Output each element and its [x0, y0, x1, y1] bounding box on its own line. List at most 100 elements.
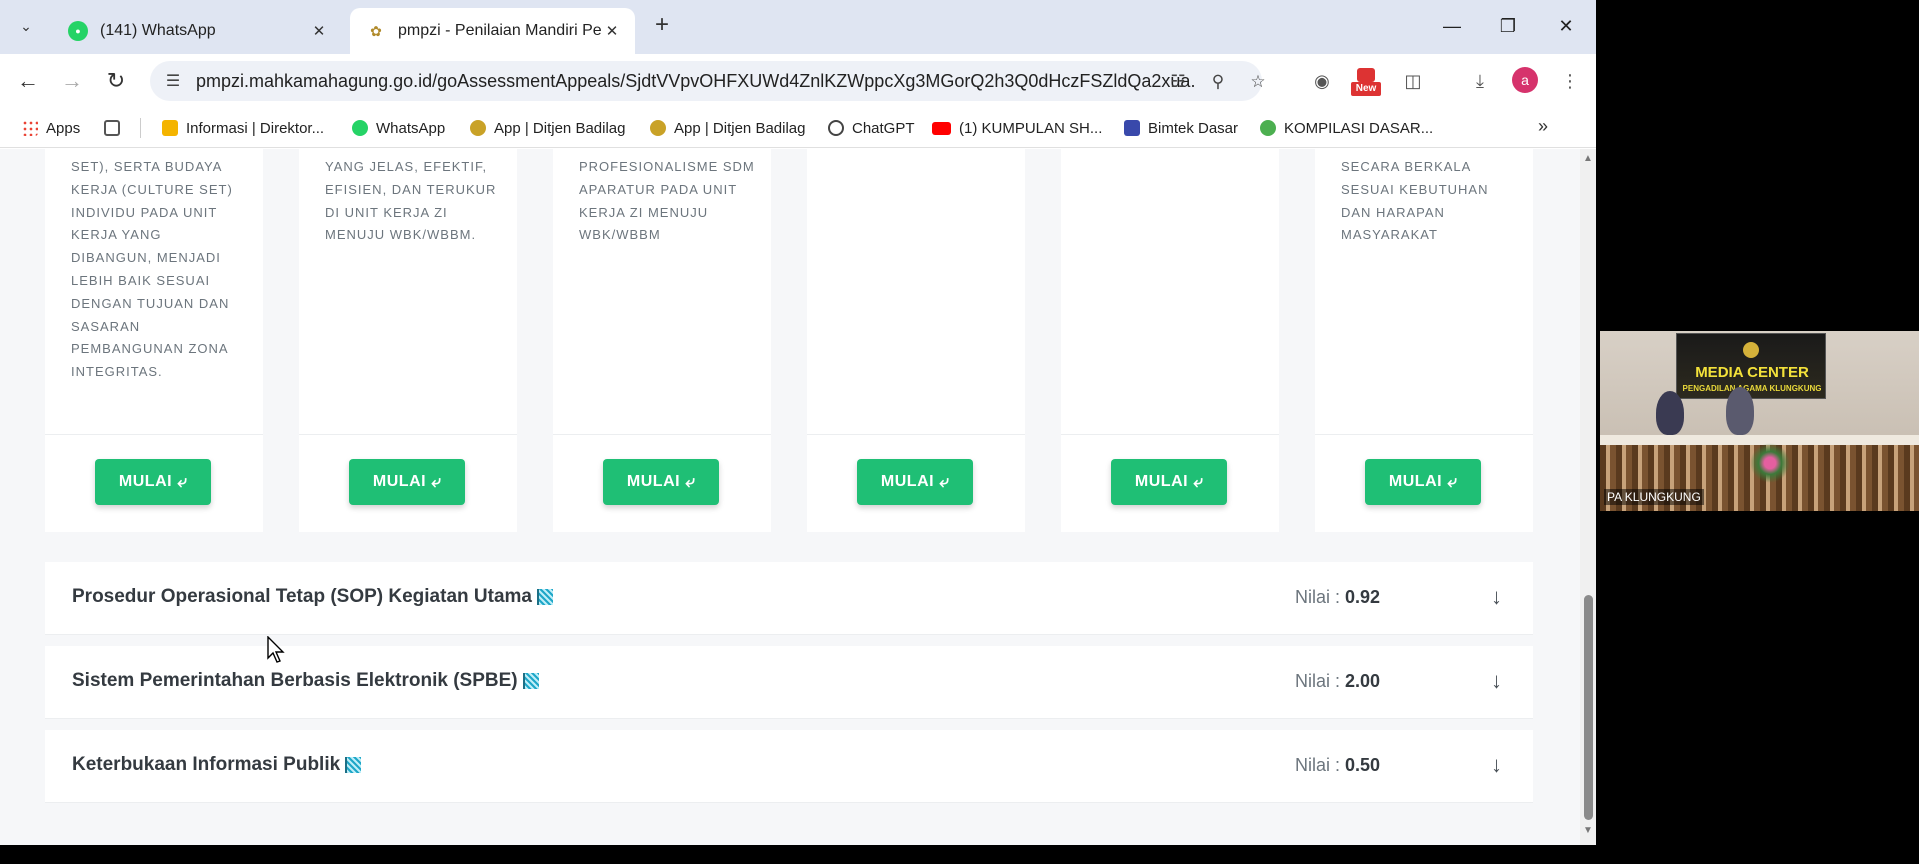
accordion-sop[interactable]: Prosedur Operasional Tetap (SOP) Kegiata… [45, 562, 1533, 635]
scroll-down-icon[interactable]: ▼ [1583, 825, 1593, 836]
bookmark-informasi[interactable]: Informasi | Direktor... [162, 116, 324, 140]
button-label: MULAI [1388, 473, 1443, 490]
bookmarks-overflow-icon[interactable]: » [1538, 116, 1548, 137]
apps-grid-icon [22, 120, 38, 136]
banner-title: MEDIA CENTER [1695, 364, 1809, 381]
close-icon[interactable]: ✕ [308, 22, 330, 40]
arrow-turn-down-icon: ⤶ [1447, 472, 1458, 491]
restore-button[interactable]: ❐ [1488, 10, 1528, 42]
bookmark-info-icon [162, 120, 178, 136]
mulai-button[interactable]: MULAI ⤶ [95, 459, 211, 505]
bookmark-label: Apps [46, 119, 81, 137]
bookmark-label: Informasi | Direktor... [186, 119, 325, 137]
participant-person [1726, 387, 1754, 435]
scroll-up-icon[interactable]: ▲ [1583, 153, 1593, 164]
mulai-button[interactable]: MULAI ⤶ [1111, 459, 1227, 505]
chevron-down-icon: ⌄ [20, 17, 32, 34]
button-label: MULAI [372, 473, 427, 490]
score-value: 0.92 [1345, 587, 1381, 607]
button-label: MULAI [626, 473, 681, 490]
address-bar[interactable]: ☰ pmpzi.mahkamahagung.go.id/goAssessment… [150, 61, 1266, 101]
translate-icon[interactable]: ☷ [1166, 71, 1190, 93]
zoom-icon[interactable]: ⚲ [1206, 71, 1230, 93]
card-divider [807, 434, 1025, 435]
extensions-puzzle-icon[interactable]: ◫ [1399, 69, 1427, 93]
card-divider [45, 434, 263, 435]
arrow-down-icon[interactable]: ↓ [1491, 752, 1502, 778]
assessment-card: PROFESIONALISME SDM APARATUR PADA UNIT K… [553, 149, 771, 532]
court-seal-icon [1743, 342, 1759, 358]
reload-button[interactable]: ↻ [100, 65, 132, 97]
mulai-button[interactable]: MULAI ⤶ [603, 459, 719, 505]
assessment-card: MULAI ⤶ [807, 149, 1025, 532]
accordion-keterbukaan[interactable]: Keterbukaan Informasi Publik Nilai : 0.5… [45, 730, 1533, 803]
section-title: Sistem Pemerintahan Berbasis Elektronik … [72, 670, 539, 692]
window-close-button[interactable]: ✕ [1546, 10, 1586, 42]
arrow-turn-down-icon: ⤶ [431, 472, 442, 491]
mulai-button[interactable]: MULAI ⤶ [1365, 459, 1481, 505]
close-icon[interactable]: ✕ [601, 22, 623, 40]
bookmark-label: ChatGPT [852, 119, 915, 137]
bookmark-kompilasi[interactable]: KOMPILASI DASAR... [1260, 116, 1433, 140]
arrow-turn-down-icon: ⤶ [1193, 472, 1204, 491]
bookmark-bimtek[interactable]: Bimtek Dasar [1124, 116, 1238, 140]
profile-avatar[interactable]: a [1512, 67, 1538, 93]
button-label: MULAI [880, 473, 935, 490]
browser-toolbar: ← → ↻ ☰ pmpzi.mahkamahagung.go.id/goAsse… [0, 54, 1596, 108]
arrow-down-icon[interactable]: ↓ [1491, 584, 1502, 610]
section-title: Prosedur Operasional Tetap (SOP) Kegiata… [72, 586, 553, 608]
bookmark-star-icon[interactable]: ☆ [1246, 71, 1270, 93]
section-title-text: Prosedur Operasional Tetap (SOP) Kegiata… [72, 586, 532, 607]
arrow-turn-down-icon: ⤶ [685, 472, 696, 491]
arrow-down-icon[interactable]: ↓ [1491, 668, 1502, 694]
tab-whatsapp[interactable]: ● (141) WhatsApp ✕ [52, 8, 342, 54]
score-label: Nilai : [1295, 587, 1341, 607]
media-center-banner: MEDIA CENTER PENGADILAN AGAMA KLUNGKUNG [1676, 333, 1826, 399]
new-tab-button[interactable]: + [648, 12, 676, 40]
url-text[interactable]: pmpzi.mahkamahagung.go.id/goAssessmentAp… [196, 71, 1196, 92]
chatgpt-icon [828, 120, 844, 136]
button-label: MULAI [1134, 473, 1189, 490]
assessment-card: SECARA BERKALA SESUAI KEBUTUHAN DAN HARA… [1315, 149, 1533, 532]
menu-kebab-icon[interactable]: ⋮ [1556, 69, 1584, 93]
section-title-text: Keterbukaan Informasi Publik [72, 754, 341, 775]
extension-new-icon[interactable]: New [1351, 68, 1381, 96]
score-label: Nilai : [1295, 755, 1341, 775]
score-value: 2.00 [1345, 671, 1381, 691]
section-title: Keterbukaan Informasi Publik [72, 754, 362, 776]
tab-groups-button[interactable] [104, 116, 120, 140]
video-participant-tile[interactable]: MEDIA CENTER PENGADILAN AGAMA KLUNGKUNG … [1600, 331, 1919, 511]
mouse-cursor-icon [267, 636, 285, 663]
video-table [1600, 435, 1919, 445]
bookmark-kumpulan[interactable]: (1) KUMPULAN SH... [932, 116, 1102, 140]
minimize-button[interactable]: — [1432, 10, 1472, 42]
scrollbar-thumb[interactable] [1584, 595, 1593, 820]
score-value: 0.50 [1345, 755, 1381, 775]
bookmark-whatsapp[interactable]: WhatsApp [352, 116, 445, 140]
mulai-button[interactable]: MULAI ⤶ [349, 459, 465, 505]
back-button[interactable]: ← [12, 65, 44, 97]
mulai-button[interactable]: MULAI ⤶ [857, 459, 973, 505]
camera-icon[interactable]: ◉ [1308, 69, 1336, 93]
bookmark-label: Bimtek Dasar [1148, 119, 1239, 137]
flower-decoration [1750, 443, 1790, 483]
section-score: Nilai : 2.00 [1295, 671, 1380, 692]
whatsapp-icon [352, 120, 368, 136]
tab-title: pmpzi - Penilaian Mandiri Pelak [398, 22, 601, 39]
forward-button[interactable]: → [56, 65, 88, 97]
whatsapp-icon: ● [68, 21, 88, 41]
tab-pmpzi[interactable]: ✿ pmpzi - Penilaian Mandiri Pelak ✕ [350, 8, 635, 54]
badilag-icon [650, 120, 666, 136]
bookmark-chatgpt[interactable]: ChatGPT [828, 116, 915, 140]
card-divider [299, 434, 517, 435]
download-icon[interactable]: ⤓ [1466, 69, 1494, 93]
site-settings-icon[interactable]: ☰ [162, 71, 184, 91]
tab-search-button[interactable]: ⌄ [12, 11, 40, 41]
card-description: SECARA BERKALA SESUAI KEBUTUHAN DAN HARA… [1341, 159, 1489, 243]
page-scrollbar[interactable]: ▲ ▼ [1580, 149, 1596, 845]
bookmark-badilag-1[interactable]: App | Ditjen Badilag [470, 116, 625, 140]
bookmark-separator [140, 118, 141, 138]
bookmark-badilag-2[interactable]: App | Ditjen Badilag [650, 116, 805, 140]
card-divider [1061, 434, 1279, 435]
bookmark-apps[interactable]: Apps [22, 116, 80, 140]
